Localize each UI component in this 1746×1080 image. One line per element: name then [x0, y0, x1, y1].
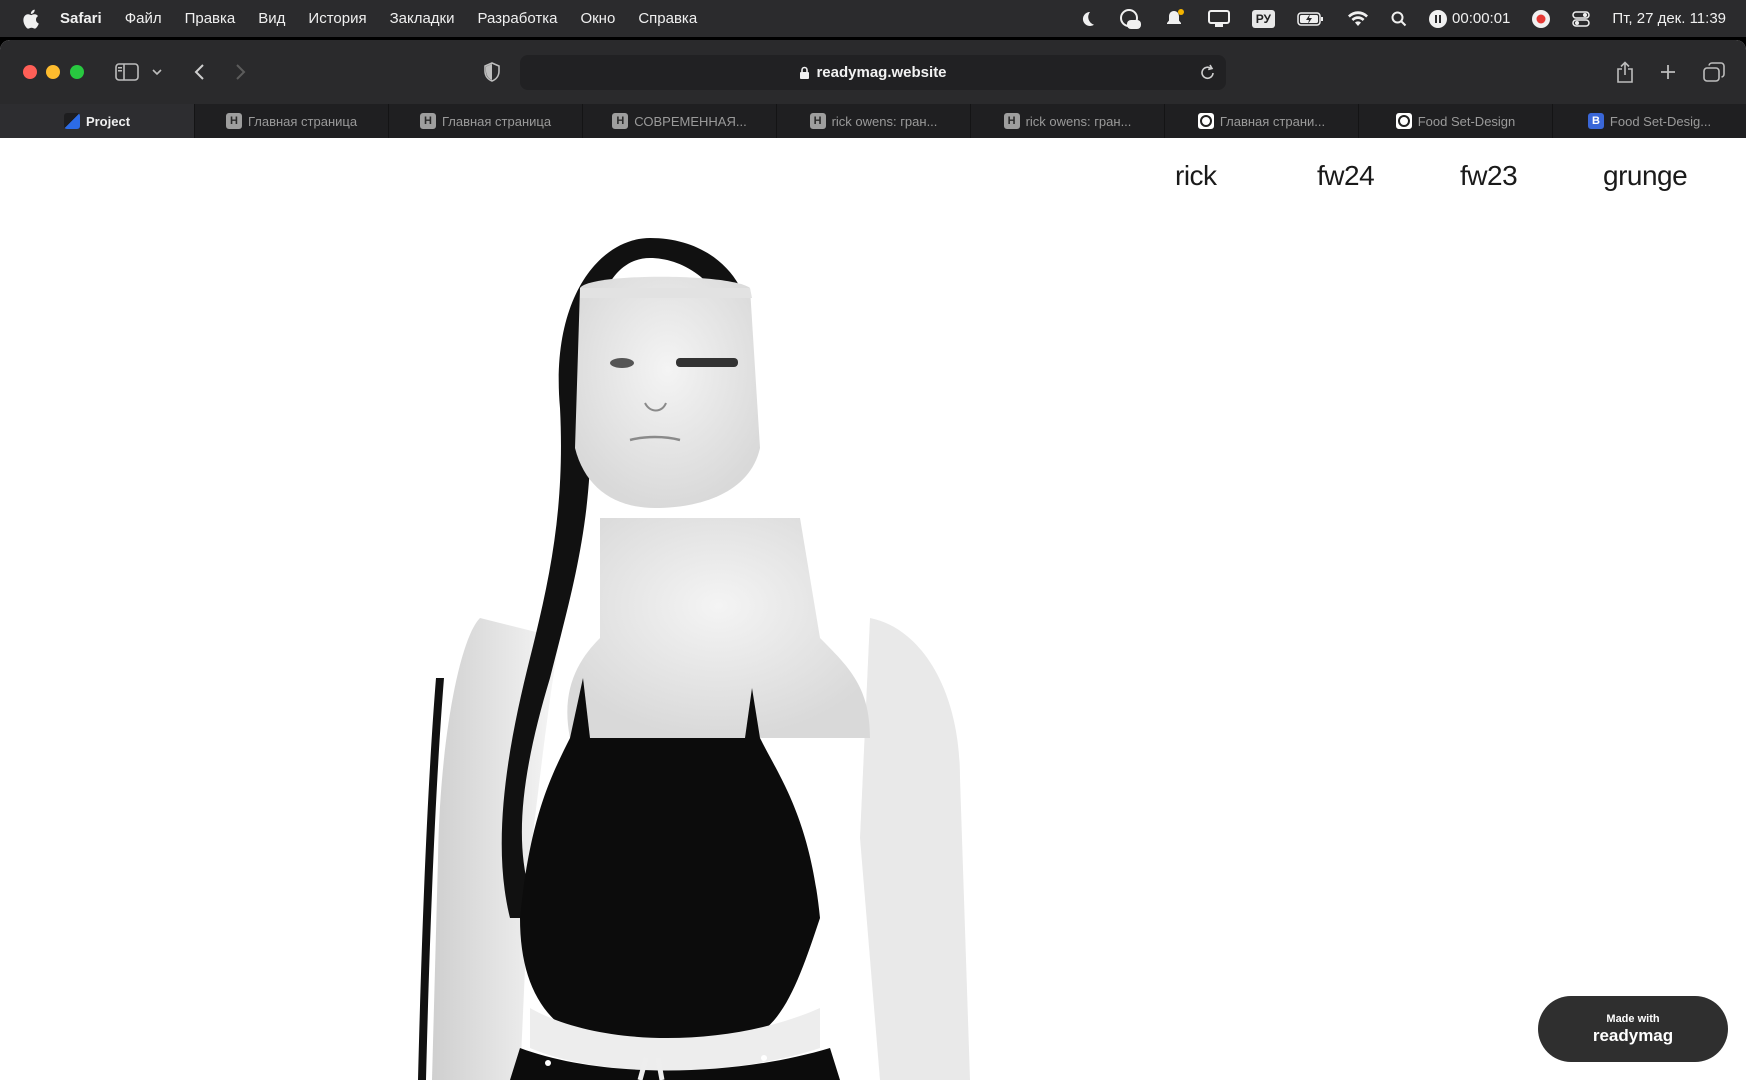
control-center-icon[interactable]	[1572, 10, 1591, 27]
tab-food-set-design-2[interactable]: B Food Set-Desig...	[1552, 104, 1746, 138]
reload-icon[interactable]	[1200, 63, 1216, 85]
menu-app-name[interactable]: Safari	[60, 10, 102, 27]
tab-project[interactable]: Project	[0, 104, 194, 138]
address-bar[interactable]: readymag.website	[520, 55, 1226, 90]
h-favicon-icon: H	[225, 113, 242, 129]
h-favicon-icon: H	[419, 113, 436, 129]
made-with-readymag-badge[interactable]: Made with readymag	[1538, 996, 1728, 1062]
status-area: РУ 00:00:01 Пт, 27 дек. 11:39	[1056, 8, 1746, 30]
search-icon[interactable]	[1391, 11, 1407, 27]
h-favicon-icon: H	[809, 113, 826, 129]
tab-label: Project	[85, 113, 131, 129]
badge-line-1: Made with	[1606, 1012, 1660, 1025]
menu-view[interactable]: Вид	[258, 10, 285, 27]
display-icon[interactable]	[1207, 9, 1230, 28]
chevron-down-icon[interactable]	[150, 58, 164, 86]
tab-main-page-1[interactable]: H Главная страница	[194, 104, 388, 138]
tab-bar: Project H Главная страница H Главная стр…	[0, 104, 1746, 138]
sidebar-toggle-icon[interactable]	[114, 58, 140, 86]
menu-edit[interactable]: Правка	[185, 10, 236, 27]
new-tab-plus-icon[interactable]	[1658, 58, 1678, 86]
nav-link-grunge[interactable]: grunge	[1603, 160, 1688, 192]
tab-label: Food Set-Design	[1417, 113, 1516, 129]
forward-arrow-icon[interactable]	[232, 58, 250, 86]
nav-link-rick[interactable]: rick	[1175, 160, 1217, 192]
battery-icon[interactable]	[1297, 11, 1325, 27]
page-content: rick fw24 fw23 grunge Made with readymag	[0, 138, 1746, 1080]
share-icon[interactable]	[1614, 58, 1636, 86]
privacy-shield-icon[interactable]	[480, 58, 504, 86]
notification-bell-icon[interactable]	[1164, 8, 1186, 29]
timer-value: 00:00:01	[1452, 10, 1511, 27]
extension-icon[interactable]	[1118, 8, 1142, 30]
recording-timer[interactable]: 00:00:01	[1429, 9, 1511, 28]
datetime[interactable]: Пт, 27 дек. 11:39	[1612, 10, 1726, 27]
project-favicon-icon	[63, 113, 80, 129]
tab-main-page-3[interactable]: Главная страни...	[1164, 104, 1358, 138]
tab-overview-icon[interactable]	[1702, 58, 1726, 86]
nav-link-fw23[interactable]: fw23	[1460, 160, 1518, 192]
back-arrow-icon[interactable]	[190, 58, 208, 86]
tab-label: Главная страница	[247, 113, 358, 129]
tab-modern[interactable]: H СОВРЕМЕННАЯ...	[582, 104, 776, 138]
record-icon[interactable]	[1532, 9, 1551, 28]
browser-toolbar: readymag.website	[0, 40, 1746, 104]
tab-label: rick owens: гран...	[831, 113, 938, 129]
menu-bookmarks[interactable]: Закладки	[390, 10, 455, 27]
pause-icon	[1429, 9, 1448, 28]
wifi-icon[interactable]	[1347, 10, 1369, 27]
tab-label: Food Set-Desig...	[1609, 113, 1712, 129]
b-favicon-icon: B	[1587, 113, 1604, 129]
moon-icon[interactable]	[1078, 10, 1096, 28]
tab-main-page-2[interactable]: H Главная страница	[388, 104, 582, 138]
tab-rick-owens-2[interactable]: H rick owens: гран...	[970, 104, 1164, 138]
menu-window[interactable]: Окно	[580, 10, 615, 27]
badge-line-2: readymag	[1592, 1025, 1674, 1045]
model-photo	[418, 238, 970, 1080]
circle-favicon-icon	[1395, 113, 1412, 129]
minimize-window-button[interactable]	[46, 65, 60, 79]
menu-help[interactable]: Справка	[638, 10, 697, 27]
tab-label: СОВРЕМЕННАЯ...	[634, 113, 747, 129]
menu-file[interactable]: Файл	[125, 10, 162, 27]
tab-rick-owens-1[interactable]: H rick owens: гран...	[776, 104, 970, 138]
menu-history[interactable]: История	[308, 10, 366, 27]
lock-icon	[799, 66, 810, 80]
zoom-window-button[interactable]	[70, 65, 84, 79]
tab-label: rick owens: гран...	[1025, 113, 1132, 129]
h-favicon-icon: H	[612, 113, 629, 129]
circle-favicon-icon	[1197, 113, 1214, 129]
menu-develop[interactable]: Разработка	[478, 10, 558, 27]
menu-bar: Safari Файл Правка Вид История Закладки …	[0, 0, 1746, 37]
address-text: readymag.website	[816, 64, 947, 81]
safari-window: readymag.website Project H Главная стран…	[0, 40, 1746, 1080]
tab-label: Главная страни...	[1219, 113, 1326, 129]
apple-icon[interactable]	[22, 9, 44, 29]
close-window-button[interactable]	[23, 65, 37, 79]
h-favicon-icon: H	[1003, 113, 1020, 129]
tab-food-set-design-1[interactable]: Food Set-Design	[1358, 104, 1552, 138]
input-source-badge[interactable]: РУ	[1251, 9, 1276, 28]
tab-label: Главная страница	[441, 113, 552, 129]
nav-link-fw24[interactable]: fw24	[1317, 160, 1375, 192]
